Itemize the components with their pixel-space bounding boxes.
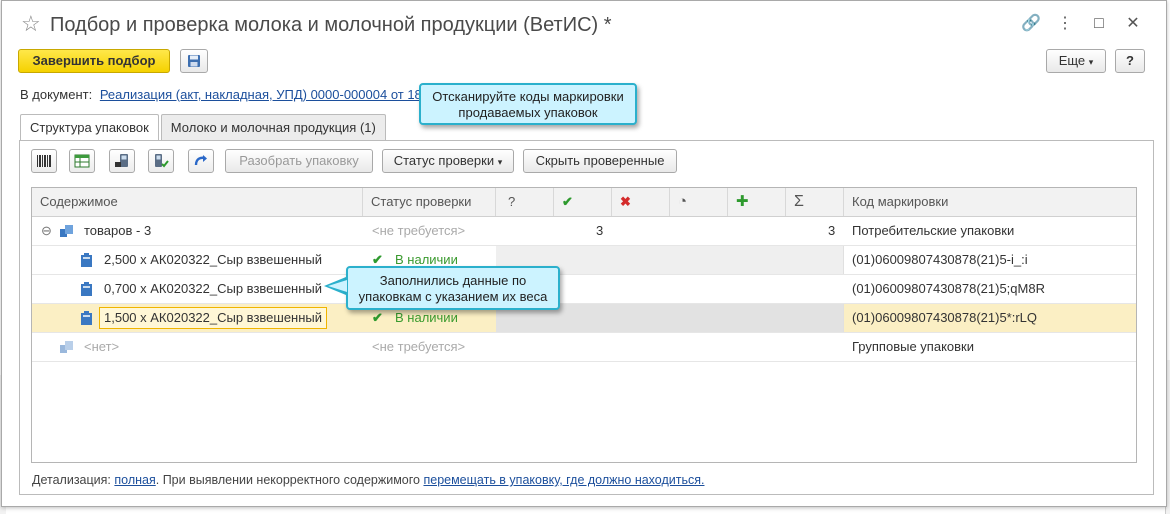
hide-checked-button[interactable]: Скрыть проверенные [523,149,677,173]
collapse-icon[interactable]: ⊖ [41,217,52,245]
row-marking-code: (01)06009807430878(21)5-i_:i [852,252,1028,267]
terminal-check-icon [155,154,169,168]
table-row-selected[interactable]: 1,500 x АК020322_Сыр взвешенный ✔ В нали… [32,304,1136,333]
row-marking-code: Потребительские упаковки [852,223,1015,238]
column-header-error[interactable]: ✖ [612,188,670,216]
document-reference: В документ: Реализация (акт, накладная, … [20,87,422,102]
column-header-pending[interactable]: ◔ [670,188,728,216]
package-icon [81,282,92,296]
maximize-icon[interactable]: □ [1082,13,1116,35]
column-header-ok[interactable]: ✔ [554,188,612,216]
window-controls: 🔗 ⋮ □ ✕ [1014,13,1150,35]
data-collection-terminal-button[interactable] [109,149,135,173]
table-row[interactable]: <нет> <не требуется> Групповые упаковки [32,333,1136,362]
weight-hint-tooltip: Заполнились данные по упаковкам с указан… [346,266,560,310]
unpack-button[interactable]: Разобрать упаковку [225,149,373,173]
move-to-package-button[interactable] [188,149,214,173]
row-content: <нет> [84,339,120,354]
row-content: 2,500 x АК020322_Сыр взвешенный [104,252,323,267]
table-header: Содержимое Статус проверки ? ✔ ✖ ◔ ✚ Σ К… [32,188,1136,217]
row-content: 0,700 x АК020322_Сыр взвешенный [104,281,323,296]
column-header-status[interactable]: Статус проверки [363,188,496,216]
floppy-disk-icon [188,55,200,67]
more-button[interactable]: Еще ▾ [1046,49,1106,73]
column-header-added[interactable]: ✚ [728,188,786,216]
row-status: <не требуется> [372,223,466,238]
tab-package-structure[interactable]: Структура упаковок [20,114,159,142]
load-from-file-button[interactable] [69,149,95,173]
document-prefix: В документ: [20,87,93,102]
column-header-content[interactable]: Содержимое [32,188,363,216]
close-icon[interactable]: ✕ [1116,13,1150,35]
table-row[interactable]: ⊖ товаров - 3 <не требуется> 3 3 Потреби… [32,217,1136,246]
spreadsheet-icon [74,154,90,168]
row-marking-code: (01)06009807430878(21)5;qM8R [852,281,1045,296]
row-marking-code: Групповые упаковки [852,339,974,354]
menu-dots-icon[interactable]: ⋮ [1048,13,1082,35]
move-to-package-link[interactable]: перемещать в упаковку, где должно находи… [423,473,704,487]
package-group-icon [60,341,73,353]
save-button[interactable] [180,49,208,73]
check-by-terminal-button[interactable] [148,149,174,173]
package-icon [81,253,92,267]
favorite-star-icon[interactable]: ☆ [21,13,41,35]
tooltip-arrow-inner [328,280,347,292]
scanner-device-icon [115,154,128,167]
window-title: Подбор и проверка молока и молочной прод… [50,14,612,36]
detail-footer: Детализация: полная. При выявлении некор… [32,473,704,487]
document-link[interactable]: Реализация (акт, накладная, УПД) 0000-00… [100,87,422,102]
finish-selection-button[interactable]: Завершить подбор [18,49,170,73]
row-content[interactable]: 1,500 x АК020322_Сыр взвешенный [99,307,328,329]
help-button[interactable]: ? [1115,49,1145,73]
dialog-window: ☆ Подбор и проверка молока и молочной пр… [1,0,1167,507]
table-row[interactable]: 2,500 x АК020322_Сыр взвешенный ✔ В нали… [32,246,1136,275]
row-marking-code: (01)06009807430878(21)5*:rLQ [852,310,1038,325]
row-content: товаров - 3 [84,223,152,238]
column-header-unknown[interactable]: ? [496,188,554,216]
package-icon [81,311,92,325]
footer-text: . При выявлении некорректного содержимог… [155,473,420,487]
barcode-icon [37,155,51,167]
tab-dairy-products[interactable]: Молоко и молочная продукция (1) [160,114,386,141]
row-ok-count: 3 [596,223,604,238]
check-status-label: Статус проверки [393,153,495,168]
link-icon[interactable]: 🔗 [1014,13,1048,35]
column-header-marking-code[interactable]: Код маркировки [844,188,1136,216]
column-header-sum[interactable]: Σ [786,188,844,216]
scan-hint-tooltip: Отсканируйте коды маркировки продаваемых… [419,83,637,125]
package-group-icon [60,225,73,237]
chevron-down-icon: ▾ [497,157,503,167]
table-row[interactable]: 0,700 x АК020322_Сыр взвешенный (01)0600… [32,275,1136,304]
curved-arrow-icon [194,155,207,166]
row-sum: 3 [828,223,836,238]
chevron-down-icon: ▾ [1088,57,1094,67]
check-status-dropdown[interactable]: Статус проверки ▾ [382,149,514,173]
scan-barcode-button[interactable] [31,149,57,173]
detail-full-link[interactable]: полная [114,473,155,487]
more-label: Еще [1058,53,1086,68]
tab-bar: Структура упаковок Молоко и молочная про… [20,114,388,142]
row-status: <не требуется> [372,339,466,354]
footer-prefix: Детализация: [32,473,111,487]
packages-table[interactable]: Содержимое Статус проверки ? ✔ ✖ ◔ ✚ Σ К… [31,187,1137,463]
